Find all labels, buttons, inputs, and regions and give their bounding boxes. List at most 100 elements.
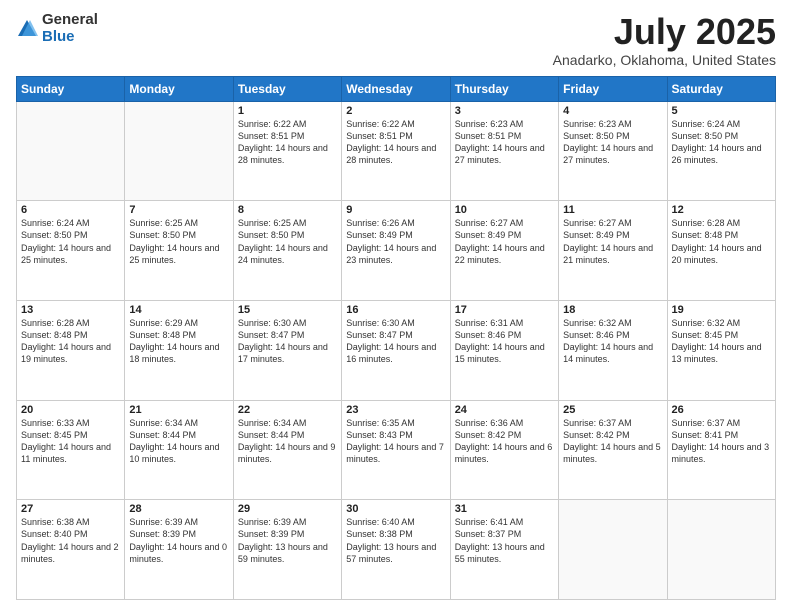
table-row: 23Sunrise: 6:35 AM Sunset: 8:43 PM Dayli…: [342, 400, 450, 500]
day-number: 12: [672, 204, 771, 216]
day-info: Sunrise: 6:41 AM Sunset: 8:37 PM Dayligh…: [455, 516, 554, 565]
table-row: 6Sunrise: 6:24 AM Sunset: 8:50 PM Daylig…: [17, 201, 125, 301]
day-number: 11: [563, 204, 662, 216]
day-number: 7: [129, 204, 228, 216]
day-number: 13: [21, 304, 120, 316]
day-info: Sunrise: 6:23 AM Sunset: 8:51 PM Dayligh…: [455, 118, 554, 167]
table-row: 13Sunrise: 6:28 AM Sunset: 8:48 PM Dayli…: [17, 300, 125, 400]
page: General Blue July 2025 Anadarko, Oklahom…: [0, 0, 792, 612]
table-row: 9Sunrise: 6:26 AM Sunset: 8:49 PM Daylig…: [342, 201, 450, 301]
table-row: 29Sunrise: 6:39 AM Sunset: 8:39 PM Dayli…: [233, 500, 341, 600]
subtitle: Anadarko, Oklahoma, United States: [553, 52, 776, 68]
day-number: 21: [129, 404, 228, 416]
table-row: 4Sunrise: 6:23 AM Sunset: 8:50 PM Daylig…: [559, 101, 667, 201]
main-title: July 2025: [553, 12, 776, 52]
table-row: 12Sunrise: 6:28 AM Sunset: 8:48 PM Dayli…: [667, 201, 775, 301]
day-info: Sunrise: 6:22 AM Sunset: 8:51 PM Dayligh…: [238, 118, 337, 167]
table-row: 7Sunrise: 6:25 AM Sunset: 8:50 PM Daylig…: [125, 201, 233, 301]
header-wednesday: Wednesday: [342, 76, 450, 101]
day-number: 16: [346, 304, 445, 316]
day-info: Sunrise: 6:32 AM Sunset: 8:45 PM Dayligh…: [672, 317, 771, 366]
table-row: 26Sunrise: 6:37 AM Sunset: 8:41 PM Dayli…: [667, 400, 775, 500]
day-info: Sunrise: 6:24 AM Sunset: 8:50 PM Dayligh…: [21, 217, 120, 266]
day-number: 3: [455, 105, 554, 117]
day-number: 25: [563, 404, 662, 416]
header: General Blue July 2025 Anadarko, Oklahom…: [16, 12, 776, 68]
table-row: 11Sunrise: 6:27 AM Sunset: 8:49 PM Dayli…: [559, 201, 667, 301]
day-number: 1: [238, 105, 337, 117]
day-info: Sunrise: 6:39 AM Sunset: 8:39 PM Dayligh…: [129, 516, 228, 565]
day-info: Sunrise: 6:37 AM Sunset: 8:42 PM Dayligh…: [563, 417, 662, 466]
logo-text: General Blue: [42, 12, 98, 45]
day-info: Sunrise: 6:25 AM Sunset: 8:50 PM Dayligh…: [238, 217, 337, 266]
day-info: Sunrise: 6:30 AM Sunset: 8:47 PM Dayligh…: [346, 317, 445, 366]
day-number: 30: [346, 503, 445, 515]
table-row: 20Sunrise: 6:33 AM Sunset: 8:45 PM Dayli…: [17, 400, 125, 500]
day-number: 5: [672, 105, 771, 117]
day-info: Sunrise: 6:25 AM Sunset: 8:50 PM Dayligh…: [129, 217, 228, 266]
logo-general: General: [42, 12, 98, 29]
day-number: 18: [563, 304, 662, 316]
day-number: 26: [672, 404, 771, 416]
table-row: [125, 101, 233, 201]
day-number: 31: [455, 503, 554, 515]
table-row: 15Sunrise: 6:30 AM Sunset: 8:47 PM Dayli…: [233, 300, 341, 400]
day-number: 20: [21, 404, 120, 416]
day-number: 9: [346, 204, 445, 216]
table-row: 5Sunrise: 6:24 AM Sunset: 8:50 PM Daylig…: [667, 101, 775, 201]
table-row: 22Sunrise: 6:34 AM Sunset: 8:44 PM Dayli…: [233, 400, 341, 500]
title-block: July 2025 Anadarko, Oklahoma, United Sta…: [553, 12, 776, 68]
table-row: 27Sunrise: 6:38 AM Sunset: 8:40 PM Dayli…: [17, 500, 125, 600]
table-row: 3Sunrise: 6:23 AM Sunset: 8:51 PM Daylig…: [450, 101, 558, 201]
logo: General Blue: [16, 12, 98, 45]
day-number: 23: [346, 404, 445, 416]
table-row: 24Sunrise: 6:36 AM Sunset: 8:42 PM Dayli…: [450, 400, 558, 500]
calendar-week-2: 6Sunrise: 6:24 AM Sunset: 8:50 PM Daylig…: [17, 201, 776, 301]
day-info: Sunrise: 6:39 AM Sunset: 8:39 PM Dayligh…: [238, 516, 337, 565]
table-row: 17Sunrise: 6:31 AM Sunset: 8:46 PM Dayli…: [450, 300, 558, 400]
table-row: [667, 500, 775, 600]
table-row: 28Sunrise: 6:39 AM Sunset: 8:39 PM Dayli…: [125, 500, 233, 600]
day-info: Sunrise: 6:35 AM Sunset: 8:43 PM Dayligh…: [346, 417, 445, 466]
calendar-week-4: 20Sunrise: 6:33 AM Sunset: 8:45 PM Dayli…: [17, 400, 776, 500]
day-number: 6: [21, 204, 120, 216]
day-info: Sunrise: 6:34 AM Sunset: 8:44 PM Dayligh…: [129, 417, 228, 466]
day-number: 22: [238, 404, 337, 416]
day-info: Sunrise: 6:30 AM Sunset: 8:47 PM Dayligh…: [238, 317, 337, 366]
day-number: 8: [238, 204, 337, 216]
day-number: 15: [238, 304, 337, 316]
header-thursday: Thursday: [450, 76, 558, 101]
day-info: Sunrise: 6:27 AM Sunset: 8:49 PM Dayligh…: [455, 217, 554, 266]
day-info: Sunrise: 6:26 AM Sunset: 8:49 PM Dayligh…: [346, 217, 445, 266]
table-row: 8Sunrise: 6:25 AM Sunset: 8:50 PM Daylig…: [233, 201, 341, 301]
table-row: 16Sunrise: 6:30 AM Sunset: 8:47 PM Dayli…: [342, 300, 450, 400]
day-info: Sunrise: 6:38 AM Sunset: 8:40 PM Dayligh…: [21, 516, 120, 565]
day-info: Sunrise: 6:23 AM Sunset: 8:50 PM Dayligh…: [563, 118, 662, 167]
logo-icon: [16, 18, 38, 40]
table-row: 31Sunrise: 6:41 AM Sunset: 8:37 PM Dayli…: [450, 500, 558, 600]
table-row: [17, 101, 125, 201]
header-monday: Monday: [125, 76, 233, 101]
day-number: 28: [129, 503, 228, 515]
table-row: 1Sunrise: 6:22 AM Sunset: 8:51 PM Daylig…: [233, 101, 341, 201]
day-info: Sunrise: 6:22 AM Sunset: 8:51 PM Dayligh…: [346, 118, 445, 167]
calendar-week-1: 1Sunrise: 6:22 AM Sunset: 8:51 PM Daylig…: [17, 101, 776, 201]
day-info: Sunrise: 6:37 AM Sunset: 8:41 PM Dayligh…: [672, 417, 771, 466]
header-saturday: Saturday: [667, 76, 775, 101]
day-info: Sunrise: 6:40 AM Sunset: 8:38 PM Dayligh…: [346, 516, 445, 565]
day-info: Sunrise: 6:36 AM Sunset: 8:42 PM Dayligh…: [455, 417, 554, 466]
calendar-week-3: 13Sunrise: 6:28 AM Sunset: 8:48 PM Dayli…: [17, 300, 776, 400]
day-info: Sunrise: 6:27 AM Sunset: 8:49 PM Dayligh…: [563, 217, 662, 266]
table-row: 21Sunrise: 6:34 AM Sunset: 8:44 PM Dayli…: [125, 400, 233, 500]
day-info: Sunrise: 6:28 AM Sunset: 8:48 PM Dayligh…: [672, 217, 771, 266]
table-row: 25Sunrise: 6:37 AM Sunset: 8:42 PM Dayli…: [559, 400, 667, 500]
day-number: 24: [455, 404, 554, 416]
table-row: [559, 500, 667, 600]
day-info: Sunrise: 6:33 AM Sunset: 8:45 PM Dayligh…: [21, 417, 120, 466]
table-row: 30Sunrise: 6:40 AM Sunset: 8:38 PM Dayli…: [342, 500, 450, 600]
day-number: 10: [455, 204, 554, 216]
day-number: 4: [563, 105, 662, 117]
table-row: 2Sunrise: 6:22 AM Sunset: 8:51 PM Daylig…: [342, 101, 450, 201]
day-info: Sunrise: 6:34 AM Sunset: 8:44 PM Dayligh…: [238, 417, 337, 466]
day-number: 14: [129, 304, 228, 316]
